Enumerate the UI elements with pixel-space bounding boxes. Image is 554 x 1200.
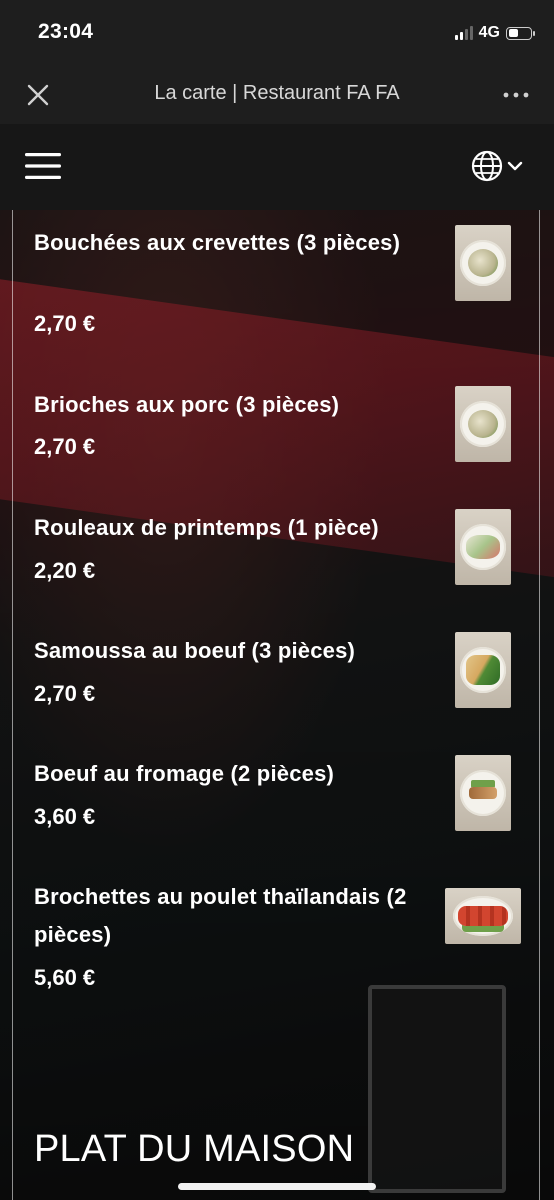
menu-item-name: Rouleaux de printemps (1 pièce) <box>34 515 379 540</box>
home-indicator[interactable] <box>178 1183 376 1190</box>
close-icon[interactable] <box>24 81 52 109</box>
network-label: 4G <box>478 24 500 41</box>
page-title: La carte | Restaurant FA FA <box>154 82 400 104</box>
menu-item-name: Samoussa au boeuf (3 pièces) <box>34 638 356 663</box>
section-title: PLAT DU MAISON <box>34 1128 355 1170</box>
menu-item-photo[interactable] <box>455 509 511 585</box>
menu-item-name: Bouchées aux crevettes (3 pièces) <box>34 230 401 255</box>
status-indicators: 4G <box>454 22 535 44</box>
menu-item-name: Brioches aux porc (3 pièces) <box>34 392 340 417</box>
menu-item-name: Boeuf au fromage (2 pièces) <box>34 761 335 786</box>
menu-item-photo[interactable] <box>445 888 521 944</box>
menu-item-price: 2,70 € <box>34 434 96 459</box>
title-bar: La carte | Restaurant FA FA <box>0 66 554 124</box>
site-header <box>0 124 554 210</box>
menu-item-photo[interactable] <box>455 632 511 708</box>
status-bar: 23:04 4G <box>0 0 554 66</box>
more-options-icon[interactable] <box>502 83 530 107</box>
menu-item-price: 2,70 € <box>34 681 96 706</box>
menu-item-price: 2,20 € <box>34 558 96 583</box>
status-time: 23:04 <box>38 20 94 43</box>
globe-icon <box>471 150 503 182</box>
menu-item-price: 3,60 € <box>34 804 96 829</box>
menu-item-photo[interactable] <box>455 225 511 301</box>
chevron-down-icon <box>507 161 523 171</box>
menu-item-photo[interactable] <box>455 755 511 831</box>
hamburger-menu-icon[interactable] <box>25 151 61 181</box>
language-selector[interactable] <box>470 148 528 184</box>
signal-icon <box>454 26 473 40</box>
battery-icon <box>506 26 535 40</box>
menu-item-price: 2,70 € <box>34 311 96 336</box>
menu-item-price: 5,60 € <box>34 965 96 990</box>
menu-content[interactable]: Bouchées aux crevettes (3 pièces) 2,70 €… <box>0 210 554 1200</box>
menu-item-name: Brochettes au poulet thaïlandais (2 pièc… <box>34 884 407 947</box>
battery-fill <box>508 29 518 37</box>
menu-item-photo[interactable] <box>455 386 511 462</box>
